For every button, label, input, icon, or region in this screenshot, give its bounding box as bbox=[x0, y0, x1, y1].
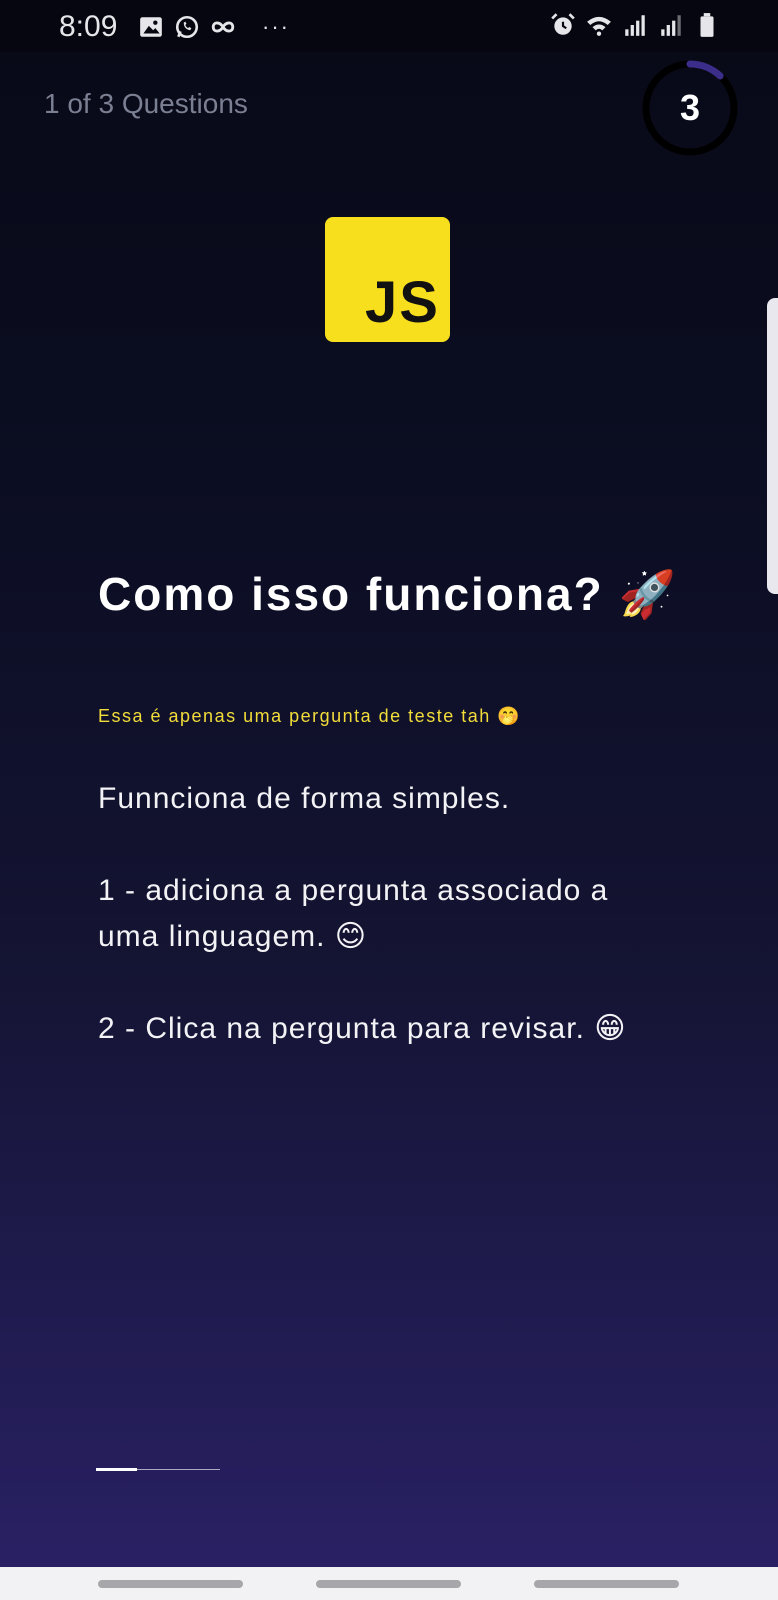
question-counter: 1 of 3 Questions bbox=[44, 88, 248, 119]
battery-icon bbox=[700, 13, 714, 37]
wifi-icon bbox=[587, 16, 611, 36]
quiz-progress-bar bbox=[96, 1468, 220, 1471]
countdown-timer: 3 bbox=[640, 58, 740, 158]
nav-recents-button[interactable] bbox=[98, 1580, 243, 1588]
quiz-progress-fill bbox=[96, 1468, 137, 1471]
whatsapp-icon bbox=[175, 15, 199, 39]
answer-paragraph: Funnciona de forma simples. bbox=[98, 782, 511, 815]
status-time: 8:09 bbox=[59, 10, 118, 43]
signal-icon bbox=[661, 15, 681, 36]
nav-home-button[interactable] bbox=[316, 1580, 461, 1588]
image-icon bbox=[140, 17, 162, 37]
question-subtitle: Essa é apenas uma pergunta de teste tah … bbox=[98, 706, 522, 726]
system-navigation-bar bbox=[0, 1567, 778, 1600]
status-bar: 8:09 ··· bbox=[0, 0, 778, 52]
status-left-icons: ··· bbox=[138, 14, 290, 40]
javascript-logo: JS bbox=[325, 217, 450, 342]
signal-icon bbox=[625, 15, 645, 36]
logo-text: JS bbox=[365, 270, 440, 335]
alarm-icon bbox=[551, 13, 575, 35]
nav-back-button[interactable] bbox=[534, 1580, 679, 1588]
edge-panel-handle[interactable] bbox=[767, 298, 778, 594]
question-title: Como isso funciona? 🚀 bbox=[98, 568, 678, 620]
status-right-icons bbox=[550, 12, 720, 38]
timer-value: 3 bbox=[679, 87, 701, 128]
answer-paragraph: 2 - Clica na pergunta para revisar. 😁 bbox=[98, 1012, 627, 1045]
more-dots-icon: ··· bbox=[262, 14, 290, 39]
answer-text: Funnciona de forma simples. 1 - adiciona… bbox=[98, 776, 658, 1098]
answer-paragraph: 1 - adiciona a pergunta associado a uma … bbox=[98, 874, 609, 953]
infinity-icon bbox=[211, 21, 235, 33]
